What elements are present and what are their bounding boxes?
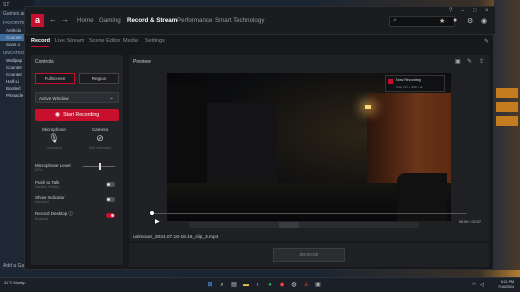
sub-navigation: Record Live Stream Scene Editor Media Se… (25, 36, 495, 48)
nav-gaming[interactable]: Gaming (99, 17, 121, 24)
steam-icon[interactable]: ◍ (290, 281, 298, 289)
recording-notification: Now Recording Stop Ctrl + Shift + E (385, 75, 445, 92)
start-recording-button[interactable]: ◉ Start Recording (35, 109, 119, 121)
recording-timer: 00:00:00 (273, 248, 345, 262)
camera-status: Not detected (89, 146, 111, 150)
background-banner (496, 116, 518, 126)
camera-off-icon: ⊘ (96, 133, 104, 143)
chevron-down-icon: ⌄ (108, 95, 114, 101)
search-icon[interactable]: ⌕ (218, 281, 226, 289)
preview-video[interactable]: Now Recording Stop Ctrl + Shift + E (167, 73, 451, 221)
pin-icon[interactable]: ✎ (484, 38, 489, 45)
nav-performance[interactable]: Performance (177, 17, 212, 24)
nav-home[interactable]: Home (77, 17, 94, 24)
close-icon[interactable]: × (485, 8, 489, 14)
nav-record-stream[interactable]: Record & Stream (127, 17, 177, 24)
show-indicator-row: Show Indicator Disabled (35, 195, 119, 204)
microphone-icon: 🎙 (48, 133, 60, 143)
amd-software-window: a ← → Home Gaming Record & Stream Perfor… (24, 6, 495, 270)
steam-title: ST (3, 2, 10, 8)
camera-icon[interactable]: ▣ (455, 58, 461, 65)
play-icon[interactable]: ▶ (155, 218, 160, 225)
star-icon[interactable]: ★ (439, 17, 445, 25)
edge-icon[interactable]: ◐ (254, 281, 262, 289)
push-to-talk-row: Push to Talk Disable Hotkey (35, 180, 119, 189)
active-tab-indicator (31, 46, 49, 47)
microphone-level-row: Microphone Level 60% (35, 163, 119, 172)
controls-panel: Controls Fullscreen Region Active Window… (31, 55, 123, 265)
microphone-status: Unmuted (46, 146, 62, 150)
amd-logo-icon (388, 79, 393, 84)
search-icon: ⌕ (393, 17, 397, 24)
share-icon[interactable]: ⇪ (479, 58, 484, 65)
file-explorer-icon[interactable]: ▬ (242, 281, 250, 289)
microphone-level-slider[interactable] (83, 163, 115, 170)
fullscreen-mode-button[interactable]: Fullscreen (35, 73, 75, 84)
volume-icon[interactable]: ◁ (480, 282, 484, 288)
record-icon: ◉ (54, 112, 61, 118)
task-view-icon[interactable]: ▤ (230, 281, 238, 289)
tab-live-stream[interactable]: Live Stream (55, 38, 84, 44)
push-to-talk-toggle[interactable] (106, 182, 115, 187)
clock-date: 7/16/2024 (498, 285, 514, 289)
notification-title: Now Recording (396, 78, 421, 82)
microphone-toggle[interactable]: Microphone 🎙 Unmuted (35, 127, 73, 150)
preview-title: Preview (133, 59, 151, 65)
amd-app-icon[interactable]: a (302, 281, 310, 289)
wifi-icon[interactable]: ◠ (472, 282, 476, 288)
tab-settings[interactable]: Settings (145, 38, 165, 44)
show-indicator-toggle[interactable] (106, 197, 115, 202)
minimize-icon[interactable]: – (461, 8, 464, 14)
controls-title: Controls (35, 59, 54, 65)
scene-building (207, 103, 277, 183)
start-recording-label: Start Recording (63, 112, 100, 118)
tab-scene-editor[interactable]: Scene Editor (89, 38, 121, 44)
capture-source-value: Active Window (39, 96, 69, 101)
capture-source-select[interactable]: Active Window ⌄ (35, 92, 119, 103)
help-icon[interactable]: ? (449, 8, 452, 14)
spotify-icon[interactable]: ● (266, 281, 274, 289)
timeline-selection[interactable] (279, 222, 299, 228)
tab-record[interactable]: Record (31, 38, 50, 44)
camera-label: Camera (91, 127, 108, 132)
seek-handle[interactable] (150, 211, 154, 215)
clip-timeline[interactable] (189, 222, 419, 228)
clip-filename: unknown_2024.07.16-18.16_clip_3.mp4 (133, 235, 219, 240)
preview-panel: Preview ▣ ✎ ⇪ Now Recording Stop Ctrl + … (129, 55, 489, 241)
background-window-edge (494, 0, 520, 270)
gear-icon[interactable]: ⚙ (467, 17, 473, 25)
edit-icon[interactable]: ✎ (467, 58, 472, 65)
record-desktop-toggle[interactable] (106, 213, 115, 218)
slider-handle[interactable] (99, 163, 101, 170)
seek-bar[interactable] (150, 211, 467, 215)
record-desktop-row: Record Desktop ⓘ Enabled (35, 211, 119, 221)
camera-toggle[interactable]: Camera ⊘ Not detected (81, 127, 119, 150)
app-icon[interactable]: ◆ (278, 281, 286, 289)
scene-street-lamp (365, 105, 371, 109)
microphone-label: Microphone (42, 127, 66, 132)
weather-widget[interactable]: 31°C Mostly... (4, 281, 27, 285)
recording-status-bar: 00:00:00 (129, 243, 489, 267)
info-icon[interactable]: ⓘ (69, 211, 74, 216)
background-banner (496, 88, 518, 98)
title-bar: a ← → Home Gaming Record & Stream Perfor… (25, 7, 495, 35)
start-icon[interactable]: ⊞ (206, 281, 214, 289)
nav-smart-technology[interactable]: Smart Technology (215, 17, 264, 24)
microphone-level-value: 60% (35, 168, 43, 172)
back-arrow-icon[interactable]: ← (49, 15, 57, 24)
tab-media[interactable]: Media (123, 38, 138, 44)
system-clock[interactable]: 5:11 PM 7/16/2024 (498, 280, 514, 290)
user-icon[interactable]: ◉ (481, 17, 487, 25)
maximize-icon[interactable]: □ (473, 8, 477, 14)
region-mode-button[interactable]: Region (79, 73, 119, 84)
bell-icon[interactable]: ● (453, 17, 457, 24)
taskbar: 31°C Mostly... ⊞ ⌕ ▤ ▬ ◐ ● ◆ ◍ a ▣ ◠ ◁ 5… (0, 277, 520, 292)
background-banner (496, 102, 518, 112)
forward-arrow-icon[interactable]: → (61, 15, 69, 24)
amd-logo-icon: a (31, 14, 44, 27)
app-icon[interactable]: ▣ (314, 281, 322, 289)
playback-time: 00:00 / 00:07 (458, 220, 481, 224)
notification-hotkeys: Stop Ctrl + Shift + E (396, 85, 423, 89)
